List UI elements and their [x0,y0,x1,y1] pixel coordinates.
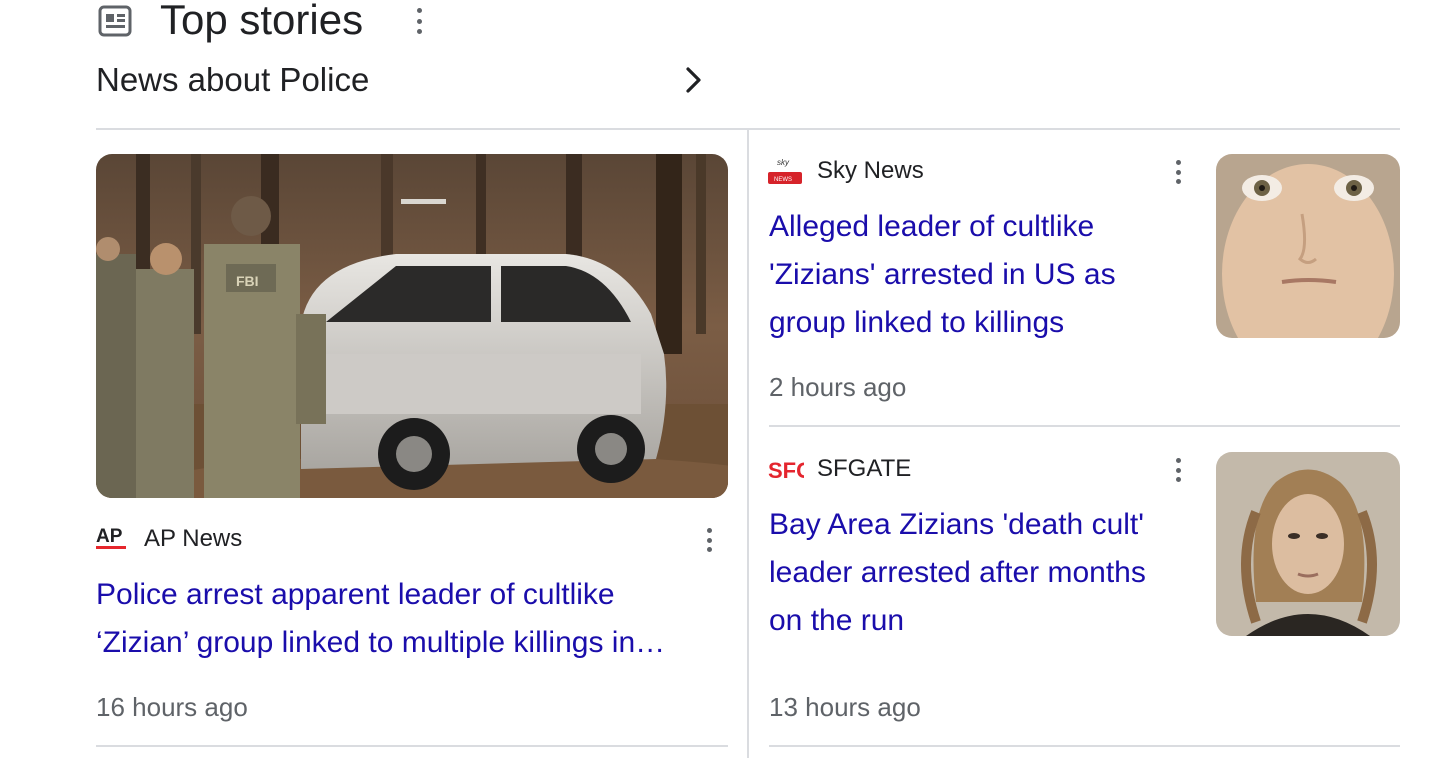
story-headline-link[interactable]: Bay Area Zizians 'death cult' leader arr… [769,501,1189,645]
sfg-logo-text: SFG [768,458,804,483]
ap-logo-text: AP [96,526,123,547]
story-more-options-icon[interactable] [1174,458,1182,482]
sky-news-logo: sky NEWS [768,156,802,186]
story-more-options-icon[interactable] [1174,160,1182,184]
story-timestamp: 2 hours ago [769,372,907,402]
headline-line: ‘Zizian’ group linked to multiple killin… [96,626,666,659]
headline-line: Bay Area Zizians 'death cult' [769,508,1144,541]
ap-news-logo: AP [96,524,128,554]
story-source-sky-news[interactable]: Sky News [817,156,924,186]
svg-text:FBI: FBI [236,273,259,289]
divider [96,745,728,747]
story-timestamp: 13 hours ago [769,692,921,722]
news-about-link[interactable]: News about Police [96,60,369,100]
newspaper-icon [98,4,132,38]
headline-line: Alleged leader of cultlike [769,210,1095,243]
headline-line: on the run [769,604,905,637]
column-divider [747,130,749,758]
story-thumbnail-2[interactable] [1216,452,1400,636]
chevron-right-icon[interactable] [680,64,708,96]
sfgate-logo: SFG [768,454,813,484]
story-headline-link[interactable]: Alleged leader of cultlike 'Zizians' arr… [769,203,1189,347]
story-more-options-icon[interactable] [705,528,713,552]
story-headline-link[interactable]: Police arrest apparent leader of cultlik… [96,571,728,667]
svg-text:NEWS: NEWS [774,177,792,183]
headline-line: leader arrested after months [769,556,1146,589]
headline-line: 'Zizians' arrested in US as [769,258,1116,291]
section-title: Top stories [160,0,364,43]
divider [769,745,1400,747]
svg-text:sky: sky [777,158,790,167]
story-source-sfgate[interactable]: SFGATE [817,454,911,484]
story-timestamp: 16 hours ago [96,692,248,722]
story-source-ap-news[interactable]: AP News [144,524,242,554]
story-thumbnail-1[interactable] [1216,154,1400,338]
story-image-fbi-scene[interactable]: FBI [96,154,728,498]
divider [769,425,1400,427]
section-more-options-icon[interactable] [414,8,424,34]
headline-line: Police arrest apparent leader of cultlik… [96,578,615,611]
headline-line: group linked to killings [769,306,1065,339]
